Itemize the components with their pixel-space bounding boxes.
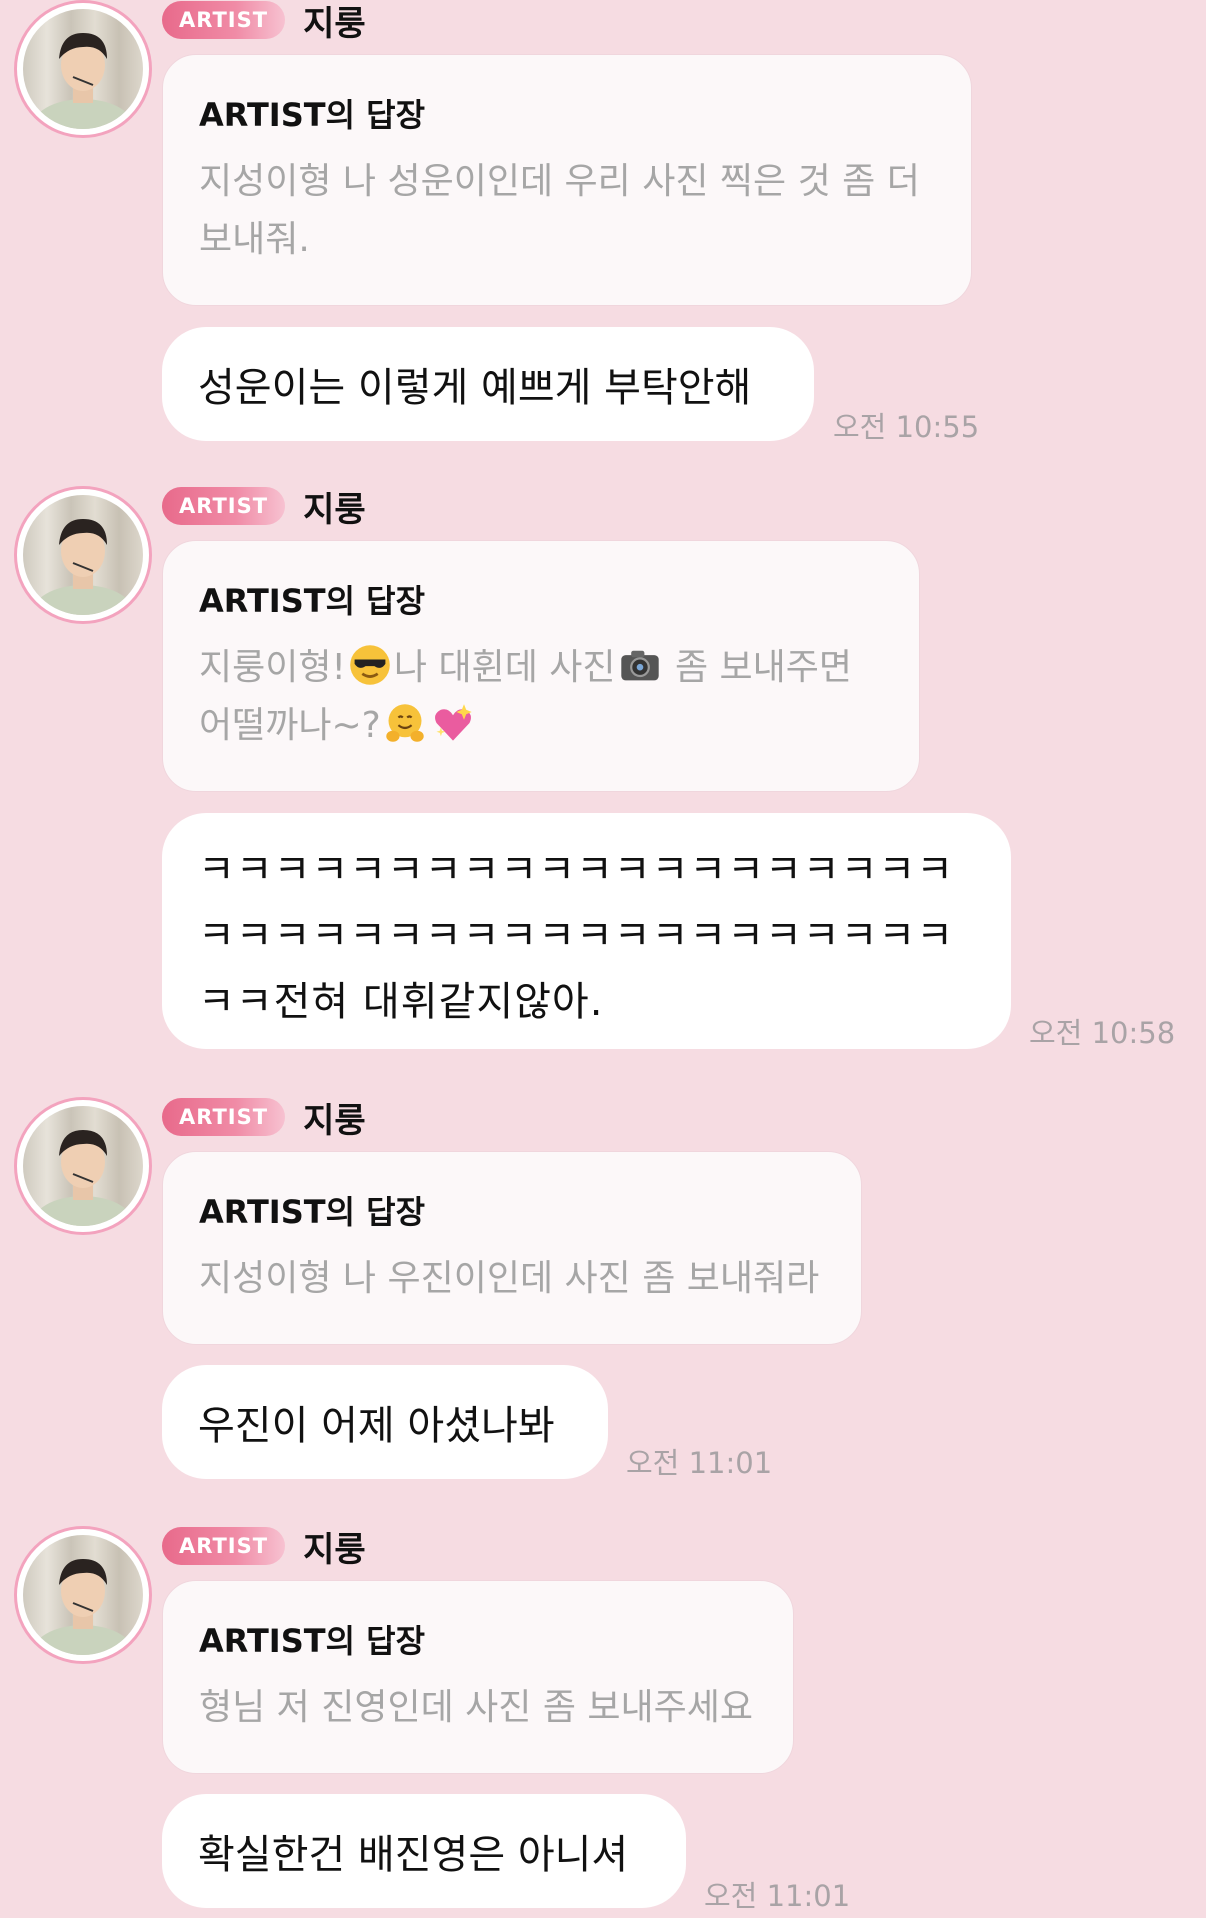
artist-badge: ARTIST [162,1527,286,1565]
sunglasses-emoji-icon [350,645,390,685]
reply-title: ARTIST의 답장 [199,582,426,620]
hugging-emoji-icon [386,704,424,742]
reply-segment: 어떨까나~? [199,705,381,746]
reply-segment: 지룽이형! [199,647,346,688]
bubble-line: ㅋㅋㅋㅋㅋㅋㅋㅋㅋㅋㅋㅋㅋㅋㅋㅋㅋㅋㅋㅋ [198,913,954,959]
camera-emoji-icon [620,650,659,681]
avatar-portrait-icon [31,1559,135,1655]
reply-title: ARTIST의 답장 [199,1193,426,1231]
bubble-line: ㅋㅋ전혀 대휘같지않아. [198,979,604,1025]
artist-name: 지룽 [303,489,366,530]
sparkling-heart-emoji-icon [434,704,472,741]
message-bubble[interactable]: 우진이 어제 아셨나봐 [162,1365,608,1479]
artist-badge: ARTIST [162,487,286,525]
reply-segment: 좀 보내주면 [663,647,853,688]
reply-text: 지성이형 나 우진이인데 사진 좀 보내줘라 [199,1250,825,1308]
reply-line: 지성이형 나 우진이인데 사진 좀 보내줘라 [199,1258,820,1299]
artist-avatar[interactable] [14,1097,152,1235]
avatar-portrait-icon [31,33,135,129]
reply-segment: 나 대휜데 사진 [393,647,616,688]
reply-card[interactable]: ARTIST의 답장 지성이형 나 성운이인데 우리 사진 찍은 것 좀 더 보… [162,54,972,306]
avatar-portrait-icon [31,1130,135,1226]
artist-avatar[interactable] [14,0,152,138]
reply-title: ARTIST의 답장 [199,96,426,134]
message-timestamp: 오전 10:58 [1029,1016,1176,1050]
artist-name: 지룽 [303,1529,366,1570]
artist-badge: ARTIST [162,1,286,39]
reply-line: 형님 저 진영인데 사진 좀 보내주세요 [199,1687,754,1728]
reply-text: 지성이형 나 성운이인데 우리 사진 찍은 것 좀 더 보내줘. [199,153,935,269]
reply-text: 형님 저 진영인데 사진 좀 보내주세요 [199,1679,757,1737]
artist-badge: ARTIST [162,1098,286,1136]
artist-avatar[interactable] [14,486,152,624]
message-bubble[interactable]: 성운이는 이렇게 예쁘게 부탁안해 [162,327,814,441]
reply-card[interactable]: ARTIST의 답장 형님 저 진영인데 사진 좀 보내주세요 [162,1580,794,1774]
message-timestamp: 오전 10:55 [833,410,980,444]
message-timestamp: 오전 11:01 [626,1446,773,1480]
bubble-line: ㅋㅋㅋㅋㅋㅋㅋㅋㅋㅋㅋㅋㅋㅋㅋㅋㅋㅋㅋㅋ [198,847,954,893]
message-timestamp: 오전 11:01 [704,1879,851,1913]
message-bubble[interactable]: ㅋㅋㅋㅋㅋㅋㅋㅋㅋㅋㅋㅋㅋㅋㅋㅋㅋㅋㅋㅋ ㅋㅋㅋㅋㅋㅋㅋㅋㅋㅋㅋㅋㅋㅋㅋㅋㅋㅋㅋ… [162,813,1011,1049]
avatar-portrait-icon [31,519,135,615]
artist-avatar[interactable] [14,1526,152,1664]
message-bubble[interactable]: 확실한건 배진영은 아니셔 [162,1794,686,1908]
artist-name: 지룽 [303,1100,366,1141]
artist-name: 지룽 [303,3,366,44]
reply-line: 지성이형 나 성운이인데 우리 사진 찍은 것 좀 더 [199,161,920,202]
reply-card[interactable]: ARTIST의 답장 지룽이형! 나 대휜데 사진 좀 보내주면 어떨까나~? [162,540,920,792]
reply-title: ARTIST의 답장 [199,1622,426,1660]
reply-line: 보내줘. [199,219,310,260]
reply-card[interactable]: ARTIST의 답장 지성이형 나 우진이인데 사진 좀 보내줘라 [162,1151,862,1345]
reply-text: 지룽이형! 나 대휜데 사진 좀 보내주면 어떨까나~? [199,639,883,755]
